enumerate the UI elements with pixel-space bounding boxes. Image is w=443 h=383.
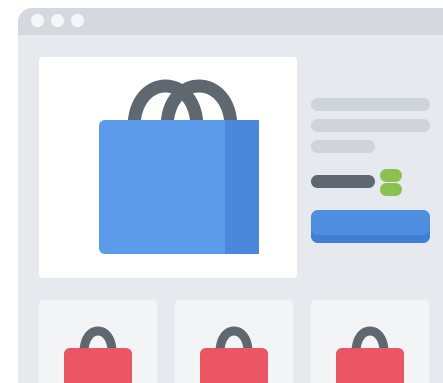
window-control-minimize[interactable] — [51, 14, 64, 27]
shopping-bag-icon — [99, 79, 259, 254]
add-to-cart-button[interactable] — [311, 210, 430, 243]
product-description-placeholder-short — [311, 140, 375, 153]
window-control-maximize[interactable] — [71, 14, 84, 27]
shopping-bag-icon — [200, 326, 268, 383]
product-image-panel — [39, 57, 297, 278]
product-description-placeholder — [311, 119, 430, 132]
product-card[interactable] — [175, 300, 293, 383]
product-card[interactable] — [311, 300, 429, 383]
price-placeholder — [311, 175, 375, 188]
window-control-close[interactable] — [31, 14, 44, 27]
product-title-placeholder — [311, 98, 430, 111]
shopping-bag-icon — [336, 326, 404, 383]
quantity-stepper-icon[interactable] — [379, 168, 403, 198]
title-bar — [18, 8, 443, 35]
product-card[interactable] — [39, 300, 157, 383]
browser-window — [18, 8, 443, 383]
shopping-bag-icon — [64, 326, 132, 383]
